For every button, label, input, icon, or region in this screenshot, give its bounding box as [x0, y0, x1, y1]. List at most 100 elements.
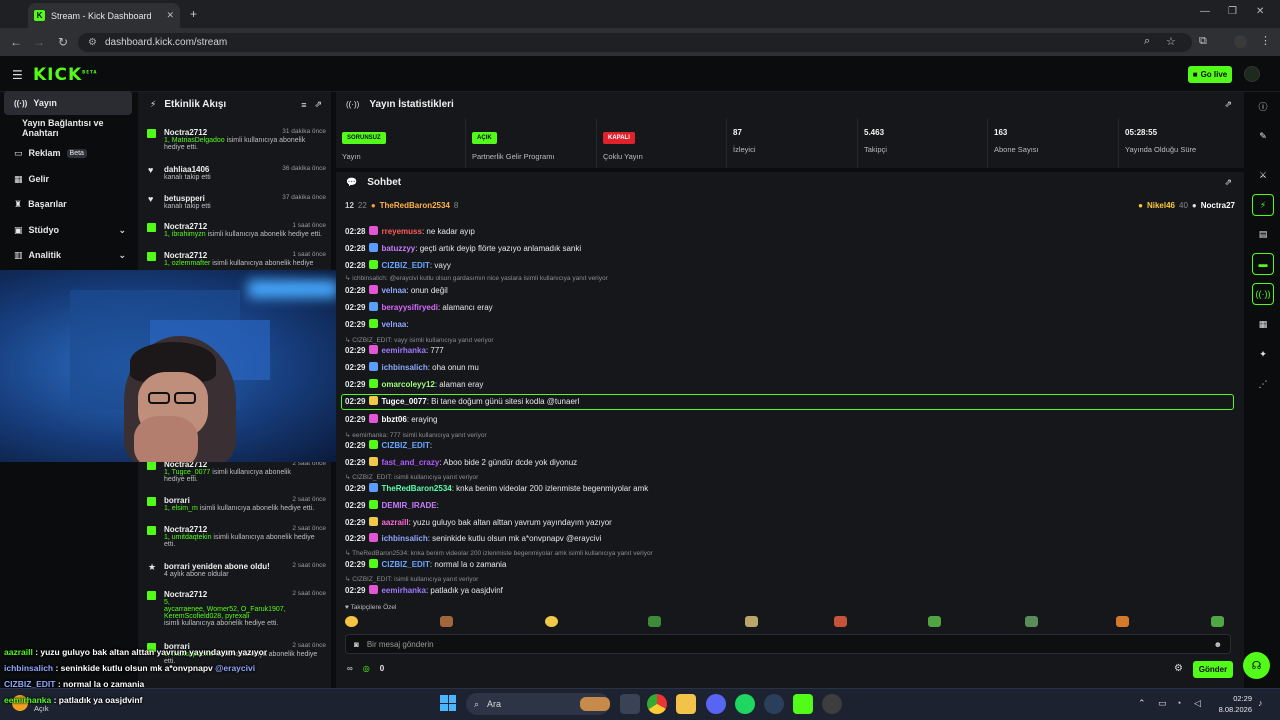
discord-icon[interactable] — [706, 694, 726, 714]
chat-username[interactable]: DEMIR_IRADE — [381, 501, 436, 510]
chat-username[interactable]: CIZBIZ_EDIT — [381, 261, 429, 270]
wrench-icon[interactable]: ✦ — [1252, 343, 1274, 365]
browser-menu-icon[interactable]: ⋮ — [1260, 34, 1271, 47]
chat-username[interactable]: berayysifiryedi — [381, 303, 437, 312]
network-icon[interactable]: ▭ — [1158, 698, 1167, 709]
nav-item-stream-key[interactable]: Yayın Bağlantısı ve Anahtarı — [4, 116, 138, 140]
file-explorer-icon[interactable] — [676, 694, 696, 714]
obs-icon[interactable] — [822, 694, 842, 714]
chat-username[interactable]: eemirhanka — [381, 346, 425, 355]
chat-username[interactable]: ichbinsalich — [381, 534, 427, 543]
chat-message[interactable]: 02:29 ichbinsalich: seninkide kutlu olsun… — [345, 533, 601, 543]
chat-username[interactable]: TheRedBaron2534 — [381, 484, 451, 493]
send-button[interactable]: Gönder — [1193, 661, 1233, 678]
nav-item-studyo[interactable]: ▣ Stüdyo ⌄ — [4, 218, 132, 242]
site-info-icon[interactable]: ⚙ — [88, 37, 97, 48]
info-icon[interactable]: ⓘ — [1252, 95, 1274, 117]
nav-item-basarilar[interactable]: ♜ Başarılar — [4, 192, 132, 216]
task-view-icon[interactable] — [620, 694, 640, 714]
window-minimize-icon[interactable]: — — [1200, 6, 1210, 17]
new-tab-icon[interactable]: + — [190, 7, 197, 21]
chat-username[interactable]: Tugce_0077 — [381, 397, 426, 406]
chat-username[interactable]: batuzzyy — [381, 244, 415, 253]
popout-icon[interactable]: ⇗ — [314, 99, 322, 110]
chat-message[interactable]: 02:28 velnaa: onun değil — [345, 285, 448, 295]
chat-message[interactable]: 02:29 fast_and_crazy: Aboo bide 2 gündür … — [345, 457, 577, 467]
taskbar-clock[interactable]: 02:29 8.08.2026 — [1216, 693, 1252, 715]
activity-toggle-icon[interactable]: ⚡ — [1252, 194, 1274, 216]
nav-item-yayin[interactable]: ((·)) Yayın — [4, 91, 132, 115]
emote-icon[interactable] — [1025, 616, 1038, 627]
popout-icon[interactable]: ⇗ — [1224, 99, 1232, 110]
chat-username[interactable]: ichbinsalich — [381, 363, 427, 372]
notes-icon[interactable]: ▤ — [1252, 223, 1274, 245]
emote-icon[interactable] — [345, 616, 358, 627]
volume-icon[interactable]: ◁ — [1194, 698, 1201, 709]
chat-message[interactable]: 02:29 DEMIR_IRADE: — [345, 500, 439, 510]
chat-message[interactable]: 02:28 rreyemuss: ne kadar ayıp — [345, 226, 475, 236]
browser-tab[interactable]: K Stream - Kick Dashboard ✕ — [28, 3, 180, 28]
chat-message[interactable]: 02:29 TheRedBaron2534: knka benim videola… — [345, 483, 648, 493]
emote-icon[interactable] — [545, 616, 558, 627]
chat-username[interactable]: velnaa — [381, 320, 406, 329]
filter-icon[interactable]: ≡ — [301, 100, 306, 110]
stream-stats-toggle-icon[interactable]: ((·)) — [1252, 283, 1274, 305]
user-avatar[interactable] — [1244, 66, 1260, 82]
chat-settings-icon[interactable]: ⚙ — [1174, 663, 1183, 674]
chat-message[interactable]: 02:29 Tugce_0077: Bi tane doğum günü site… — [345, 396, 579, 406]
start-icon[interactable] — [440, 695, 456, 711]
chat-username[interactable]: CIZBIZ_EDIT — [381, 560, 429, 569]
chat-message[interactable]: 02:29 omarcoleyy12: alaman eray — [345, 379, 483, 389]
nav-item-reklam[interactable]: ▭ Reklam Beta — [4, 141, 132, 165]
profile-avatar[interactable] — [1234, 35, 1247, 48]
kick-logo[interactable]: KICKBETA — [33, 65, 97, 85]
chat-username[interactable]: bbzt06 — [381, 415, 406, 424]
bookmark-star-icon[interactable]: ☆ — [1166, 35, 1176, 48]
chat-username[interactable]: omarcoleyy12 — [381, 380, 434, 389]
chat-message[interactable]: 02:29 ichbinsalich: oha onun mu — [345, 362, 479, 372]
chat-message[interactable]: 02:29 eemirhanka: patladık ya oasjdvinf — [345, 585, 503, 595]
back-icon[interactable]: ← — [8, 35, 24, 49]
emote-picker-icon[interactable]: ◙ — [354, 640, 359, 649]
steam-icon[interactable] — [764, 694, 784, 714]
extensions-icon[interactable]: ⧉ — [1199, 35, 1207, 48]
emote-icon[interactable] — [834, 616, 847, 627]
close-tab-icon[interactable]: ✕ — [166, 10, 174, 21]
share-icon[interactable]: ⋰ — [1252, 373, 1274, 395]
emote-icon[interactable] — [745, 616, 758, 627]
chat-username[interactable]: eemirhanka — [381, 586, 425, 595]
chat-username[interactable]: fast_and_crazy — [381, 458, 439, 467]
chat-username[interactable]: CIZBIZ_EDIT — [381, 441, 429, 450]
notifications-icon[interactable]: ♪ — [1258, 698, 1263, 708]
moderation-icon[interactable]: ⚔ — [1252, 164, 1274, 186]
emote-icon[interactable] — [1116, 616, 1129, 627]
support-chat-icon[interactable]: ☊ — [1243, 652, 1270, 679]
popout-icon[interactable]: ⇗ — [1224, 177, 1232, 188]
window-maximize-icon[interactable]: ❐ — [1228, 6, 1237, 17]
chat-message[interactable]: 02:29 velnaa: — [345, 319, 409, 329]
hamburger-menu-icon[interactable]: ☰ — [12, 68, 23, 82]
emote-icon[interactable] — [648, 616, 661, 627]
chat-username[interactable]: aazraill — [381, 518, 408, 527]
chat-toggle-icon[interactable]: ▬ — [1252, 253, 1274, 275]
reload-icon[interactable]: ↻ — [55, 35, 71, 49]
chat-message[interactable]: 02:28 batuzzyy: geçti artık deyip flörte … — [345, 243, 581, 253]
chat-message[interactable]: 02:29 CIZBIZ_EDIT: — [345, 440, 432, 450]
layers-icon[interactable]: ▦ — [1252, 313, 1274, 335]
users-icon[interactable]: ∞ — [347, 664, 353, 673]
edit-icon[interactable]: ✎ — [1252, 125, 1274, 147]
nav-item-analitik[interactable]: ▥ Analitik ⌄ — [4, 243, 132, 267]
emote-icon[interactable] — [1211, 616, 1224, 627]
chat-message[interactable]: 02:29 bbzt06: eraying — [345, 414, 438, 424]
emote-icon[interactable] — [928, 616, 941, 627]
chat-username[interactable]: velnaa — [381, 286, 406, 295]
chat-message[interactable]: 02:29 CIZBIZ_EDIT: normal la o zamania — [345, 559, 506, 569]
spotify-icon[interactable] — [735, 694, 755, 714]
chat-message[interactable]: 02:29 berayysifiryedi: alamancı eray — [345, 302, 493, 312]
tray-chevron-icon[interactable]: ⌃ — [1138, 698, 1146, 709]
chrome-icon[interactable] — [647, 694, 667, 714]
window-close-icon[interactable]: ✕ — [1256, 6, 1264, 17]
zoom-icon[interactable]: ⌕ — [1144, 35, 1150, 48]
chat-message[interactable]: 02:28 CIZBIZ_EDIT: vayy — [345, 260, 451, 270]
forward-icon[interactable]: → — [31, 35, 47, 49]
